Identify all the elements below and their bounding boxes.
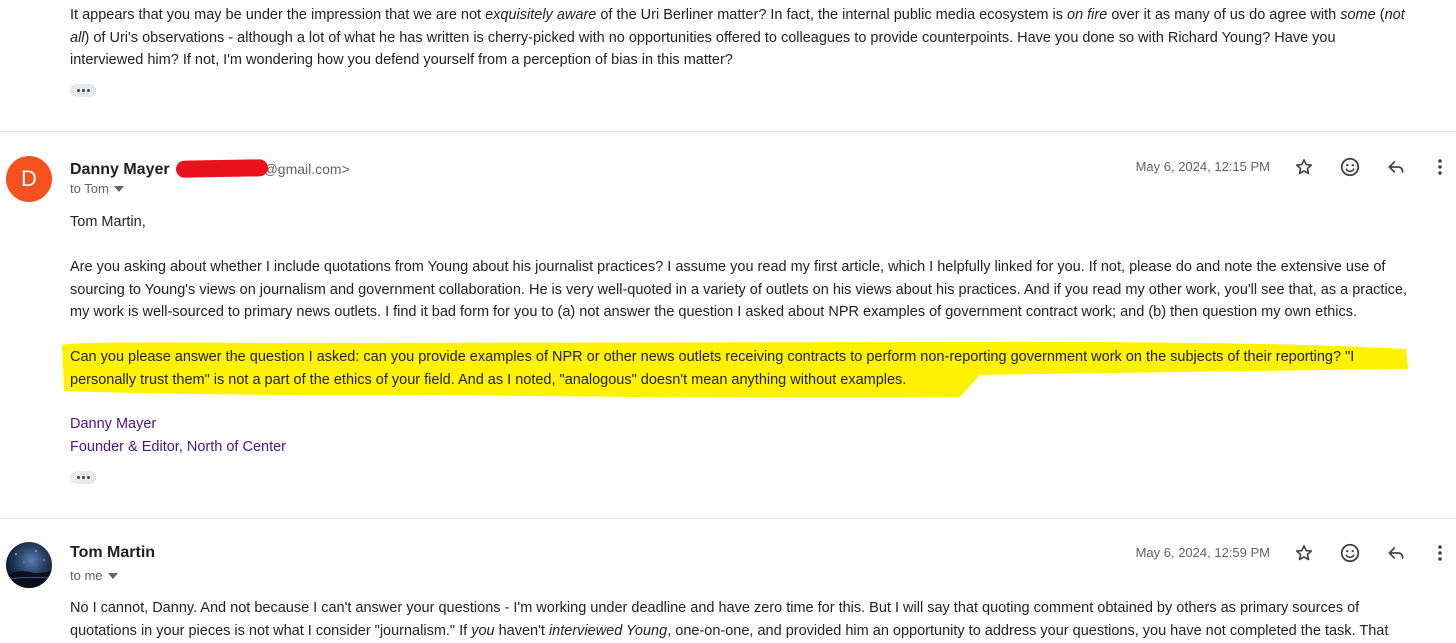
star-icon <box>1295 545 1313 561</box>
add-reaction-button[interactable] <box>1336 539 1364 567</box>
more-options-button[interactable] <box>1426 153 1454 181</box>
sender-name[interactable]: Tom Martin <box>70 544 155 562</box>
show-trimmed-content-button[interactable] <box>70 84 96 97</box>
sender-email: @gmail.com> <box>263 161 350 177</box>
quoted-line-3: interviewed him? If not, I'm wondering h… <box>70 52 733 68</box>
signature: Danny Mayer Founder & Editor, North of C… <box>70 413 286 458</box>
avatar[interactable] <box>6 542 52 588</box>
chevron-down-icon <box>107 572 118 579</box>
message-greeting: Tom Martin, <box>70 214 146 230</box>
sender-line: Danny Mayer @gmail.com> <box>70 157 350 179</box>
quoted-line-2: all) of Uri's observations - although a … <box>70 29 1336 46</box>
message-body: No I cannot, Danny. And not because I ca… <box>70 600 1389 639</box>
more-vert-icon <box>1438 545 1442 561</box>
message-date: May 6, 2024, 12:15 PM <box>1135 159 1270 174</box>
recipients-label: to Tom <box>70 181 109 196</box>
quoted-line-1: It appears that you may be under the imp… <box>70 7 1405 23</box>
recipients-dropdown[interactable]: to me <box>70 568 118 583</box>
star-button[interactable] <box>1290 539 1318 567</box>
show-trimmed-content-button[interactable] <box>70 471 96 484</box>
emoji-icon <box>1340 543 1360 563</box>
signature-title: Founder & Editor, North of Center <box>70 438 286 455</box>
add-reaction-button[interactable] <box>1336 153 1364 181</box>
reply-icon <box>1388 161 1404 173</box>
recipients-label: to me <box>70 568 103 583</box>
avatar[interactable]: D <box>6 156 52 202</box>
star-icon <box>1295 159 1313 175</box>
reply-icon <box>1388 547 1404 559</box>
chevron-down-icon <box>113 185 124 192</box>
message-date: May 6, 2024, 12:59 PM <box>1135 545 1270 560</box>
message-divider <box>0 131 1456 132</box>
more-vert-icon <box>1438 159 1442 175</box>
emoji-icon <box>1340 157 1360 177</box>
recipients-dropdown[interactable]: to Tom <box>70 181 124 196</box>
reply-button[interactable] <box>1382 539 1410 567</box>
quoted-message-text: It appears that you may be under the imp… <box>70 4 1450 72</box>
ellipsis-icon <box>76 476 80 479</box>
avatar-letter: D <box>21 166 37 191</box>
star-button[interactable] <box>1290 153 1318 181</box>
highlighted-paragraph: Can you please answer the question I ask… <box>70 349 1355 388</box>
reply-button[interactable] <box>1382 153 1410 181</box>
sender-name[interactable]: Danny Mayer <box>70 161 170 179</box>
redaction-mark <box>175 159 268 178</box>
ellipsis-icon <box>76 89 80 92</box>
message-divider <box>0 518 1456 519</box>
more-options-button[interactable] <box>1426 539 1454 567</box>
message-paragraph-1: Are you asking about whether I include q… <box>70 259 1408 320</box>
signature-name: Danny Mayer <box>70 416 157 432</box>
avatar-image <box>6 550 52 588</box>
